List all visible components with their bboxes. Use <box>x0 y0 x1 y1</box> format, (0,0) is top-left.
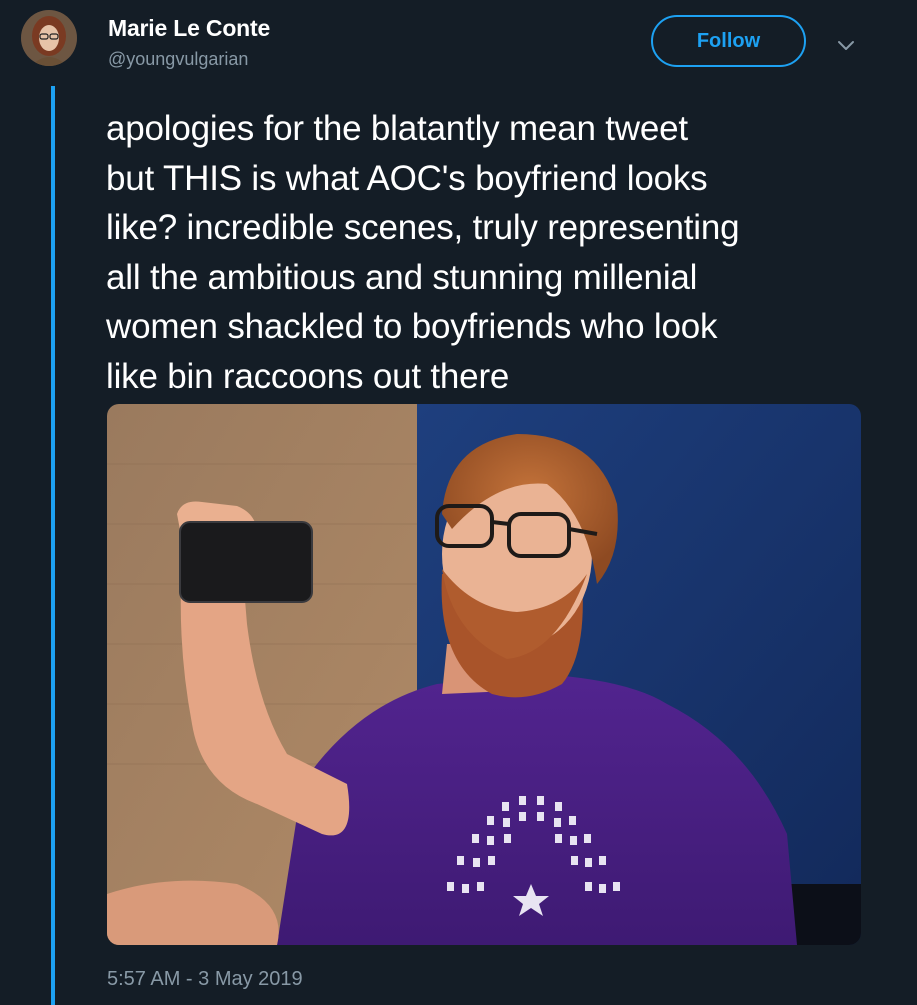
avatar-portrait <box>21 10 77 66</box>
tweet-text-line: women shackled to boyfriends who look <box>106 307 718 346</box>
avatar[interactable] <box>21 10 77 66</box>
tweet-text-line: but THIS is what AOC's boyfriend looks <box>106 158 708 198</box>
tweet-text-line: like bin raccoons out there <box>106 356 510 396</box>
author-display-name[interactable]: Marie Le Conte <box>108 15 270 42</box>
tweet-text-line: like? incredible scenes, truly represent… <box>106 208 740 247</box>
tweet-timestamp[interactable]: 5:57 AM - 3 May 2019 <box>107 968 303 991</box>
chevron-down-icon[interactable] <box>834 36 858 56</box>
tweet-text-line: all the ambitious and stunning millenial <box>106 257 698 297</box>
author-handle[interactable]: @youngvulgarian <box>108 49 248 70</box>
photo-illustration <box>107 404 861 945</box>
tweet-text: apologies for the blatantly mean tweet b… <box>106 104 896 401</box>
thread-line <box>51 86 55 1005</box>
tweet-photo[interactable] <box>107 404 861 945</box>
tweet-text-line: apologies for the blatantly mean tweet <box>106 109 688 148</box>
follow-button[interactable]: Follow <box>651 15 806 67</box>
